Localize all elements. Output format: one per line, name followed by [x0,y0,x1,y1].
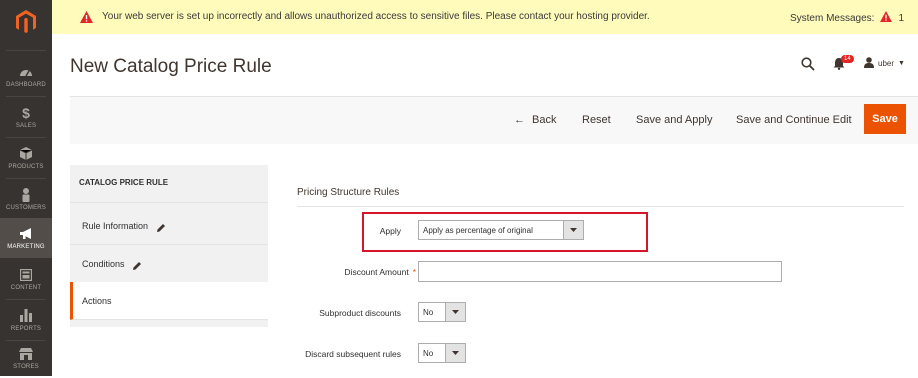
reset-button[interactable]: Reset [582,114,611,126]
megaphone-icon [18,227,34,241]
save-and-continue-button[interactable]: Save and Continue Edit [736,114,852,126]
user-menu[interactable]: uber ▼ [864,57,905,70]
search-icon[interactable] [801,57,815,76]
nav-label: SALES [15,122,37,129]
discard-subsequent-rules-label: Discard subsequent rules [305,349,401,359]
nav-label: CUSTOMERS [5,204,47,211]
system-messages-summary[interactable]: System Messages: 1 [790,11,904,25]
discard-subsequent-rules-select[interactable]: No [418,343,466,363]
nav-customers[interactable]: CUSTOMERS [0,179,52,219]
store-icon [18,347,34,361]
arrow-left-icon: ← [514,114,525,126]
tabs-heading: CATALOG PRICE RULE [70,165,268,203]
subproduct-discounts-select[interactable]: No [418,302,466,322]
caret-down-icon: ▼ [898,60,905,67]
user-icon [864,57,874,70]
rule-tabs: CATALOG PRICE RULE Rule Information Cond… [70,165,268,327]
tab-label: Conditions [82,259,125,269]
discard-select-value: No [423,349,434,358]
tab-label: Rule Information [82,221,149,231]
section-title: Pricing Structure Rules [297,187,400,198]
dashboard-icon [18,65,34,79]
apply-select-value: Apply as percentage of original [423,226,533,235]
nav-stores[interactable]: STORES [0,338,52,378]
dollar-icon: $ [22,104,30,121]
nav-divider [6,50,46,51]
magento-logo-icon[interactable] [0,0,52,44]
person-icon [18,187,34,202]
save-button[interactable]: Save [864,104,906,134]
save-and-apply-button[interactable]: Save and Apply [636,114,712,126]
caret-down-icon [445,344,465,362]
subproduct-discounts-label: Subproduct discounts [319,308,401,318]
caret-down-icon [563,221,583,239]
nav-content[interactable]: CONTENT [0,259,52,299]
layout-icon [18,268,34,282]
nav-label: CONTENT [10,284,42,291]
tabs-heading-text: CATALOG PRICE RULE [79,178,169,187]
page-actions-bar: ← Back Reset Save and Apply Save and Cont… [70,96,918,144]
nav-label: PRODUCTS [8,163,44,170]
tab-label: Actions [82,296,112,306]
nav-sales[interactable]: $ SALES [0,97,52,137]
section-divider [297,206,904,207]
back-button[interactable]: ← Back [514,114,556,126]
cube-icon [18,147,34,161]
nav-label: REPORTS [10,325,42,332]
discount-amount-label: Discount Amount * [300,267,416,277]
nav-label: MARKETING [7,243,45,250]
nav-label: STORES [13,363,39,370]
bar-chart-icon [18,309,34,323]
username: uber [878,59,895,68]
apply-select[interactable]: Apply as percentage of original [418,220,584,240]
notifications-count-badge: 14 [841,55,854,63]
nav-dashboard[interactable]: DASHBOARD [0,56,52,96]
required-asterisk: * [412,267,416,277]
nav-products[interactable]: PRODUCTS [0,138,52,178]
tab-actions[interactable]: Actions [70,282,268,320]
back-label: Back [532,114,557,126]
admin-sidebar: DASHBOARD $ SALES PRODUCTS CUSTOMERS MAR… [0,0,52,376]
page-title: New Catalog Price Rule [70,56,272,77]
subproduct-select-value: No [423,308,434,317]
caret-down-icon [445,303,465,321]
system-messages-label: System Messages: [789,12,875,24]
tab-rule-information[interactable]: Rule Information [70,207,268,245]
warning-icon [880,11,893,25]
pencil-icon [132,258,142,276]
apply-label: Apply [379,226,401,236]
pencil-icon [156,220,166,238]
warning-icon [80,10,93,28]
nav-reports[interactable]: REPORTS [0,300,52,340]
discount-amount-input[interactable] [418,261,782,282]
system-message-text: Your web server is set up incorrectly an… [102,11,650,22]
discount-amount-label-text: Discount Amount [344,267,409,277]
nav-marketing[interactable]: MARKETING [0,218,52,258]
system-messages-count: 1 [898,12,904,24]
nav-label: DASHBOARD [6,81,46,88]
tab-conditions[interactable]: Conditions [70,245,268,283]
system-message-bar: Your web server is set up incorrectly an… [52,0,918,34]
